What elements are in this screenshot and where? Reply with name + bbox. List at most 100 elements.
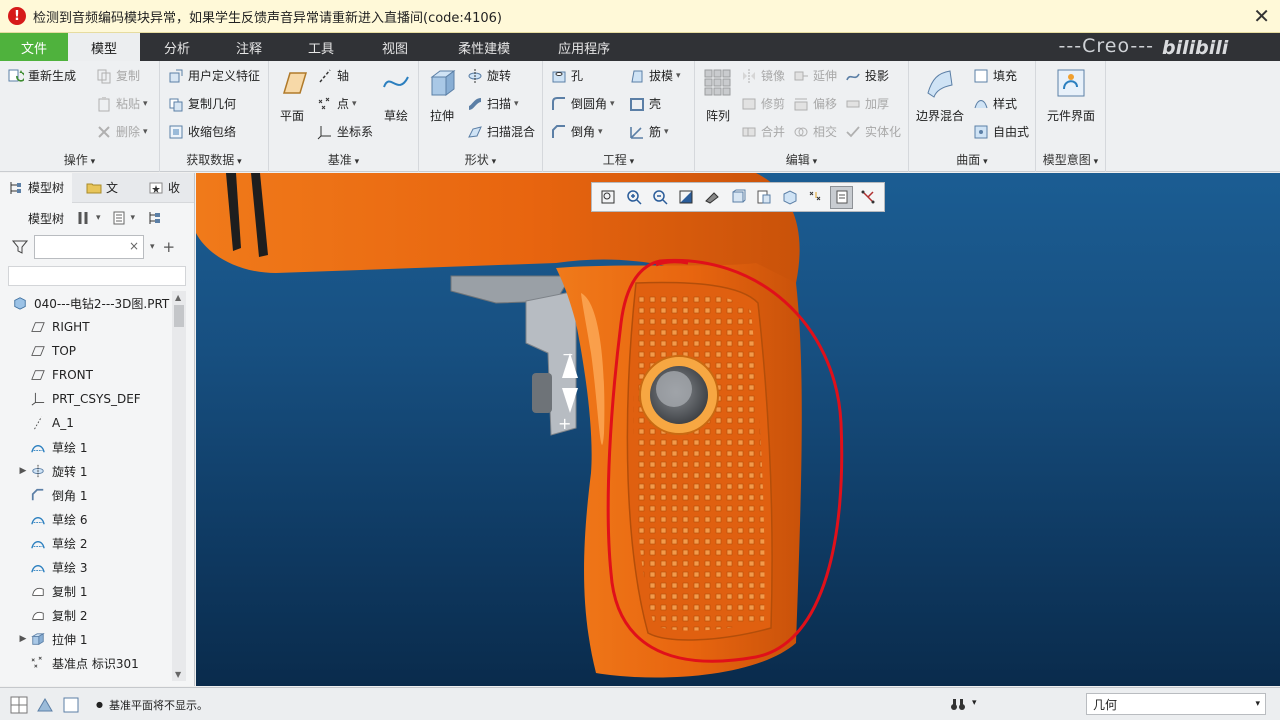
expand-icon[interactable]: ▶	[16, 466, 30, 476]
tree-node[interactable]: 复制 2	[0, 603, 180, 627]
thicken-button[interactable]: 加厚	[845, 95, 889, 112]
offset-button[interactable]: 偏移	[793, 95, 837, 112]
group-label-editing[interactable]: 编辑	[695, 151, 908, 168]
group-label-operations[interactable]: 操作	[0, 151, 159, 168]
tree-node[interactable]: 040---电钻2---3D图.PRT	[0, 291, 180, 315]
style-button[interactable]: 样式	[973, 95, 1017, 112]
tree-node[interactable]: RIGHT	[0, 315, 180, 339]
add-icon[interactable]: +	[163, 238, 176, 256]
view-manager-icon[interactable]	[752, 186, 775, 209]
project-button[interactable]: 投影	[845, 67, 889, 84]
tree-node[interactable]: 倒角 1	[0, 483, 180, 507]
axis-button[interactable]: 轴	[317, 67, 349, 84]
solidify-button[interactable]: 实体化	[845, 123, 901, 140]
filter-icon[interactable]	[12, 239, 28, 255]
freestyle-button[interactable]: 自由式	[973, 123, 1029, 140]
hole-button[interactable]: 孔	[551, 67, 583, 84]
tree-node[interactable]: TOP	[0, 339, 180, 363]
tree-node[interactable]: 草绘 2	[0, 531, 180, 555]
tree-node[interactable]: 基准点 标识301	[0, 651, 180, 675]
shell-button[interactable]: 壳	[629, 95, 661, 112]
copy-button[interactable]: 复制	[96, 67, 140, 84]
group-label-shapes[interactable]: 形状	[419, 151, 542, 168]
intersect-button[interactable]: 相交	[793, 123, 837, 140]
fill-button[interactable]: 填充	[973, 67, 1017, 84]
tree-node[interactable]: FRONT	[0, 363, 180, 387]
tab-tools[interactable]: 工具	[284, 33, 358, 61]
tab-model-tree[interactable]: 模型树	[0, 172, 73, 203]
boundary-blend-button[interactable]: 边界混合	[915, 67, 965, 124]
tools-icon[interactable]	[76, 210, 92, 226]
tab-folder[interactable]: 文	[72, 173, 126, 203]
plane-button[interactable]: 平面	[275, 67, 309, 124]
group-label-datum[interactable]: 基准	[269, 151, 418, 168]
extend-button[interactable]: 延伸	[793, 67, 837, 84]
settings-icon[interactable]	[147, 210, 163, 226]
rib-button[interactable]: 筋	[629, 123, 669, 140]
tree-node[interactable]: ▶ 旋转 1	[0, 459, 180, 483]
tree-node[interactable]: PRT_CSYS_DEF	[0, 387, 180, 411]
group-label-model-intent[interactable]: 模型意图	[1036, 151, 1105, 168]
model-display-icon[interactable]	[36, 696, 54, 714]
annotation-display-icon[interactable]	[830, 185, 853, 209]
extrude-button[interactable]: 拉伸	[425, 67, 459, 124]
tab-model[interactable]: 模型	[68, 33, 140, 61]
zoom-in-icon[interactable]	[622, 186, 645, 209]
tab-analysis[interactable]: 分析	[140, 33, 214, 61]
tree-scrollbar[interactable]: ▲ ▼	[172, 291, 186, 681]
group-label-engineering[interactable]: 工程	[543, 151, 694, 168]
display-style-icon[interactable]	[700, 186, 723, 209]
point-button[interactable]: 点	[317, 95, 357, 112]
shrinkwrap-button[interactable]: 收缩包络	[168, 123, 236, 140]
component-interface-button[interactable]: 元件界面	[1042, 67, 1100, 124]
tab-file[interactable]: 文件	[0, 33, 68, 61]
fullscreen-icon[interactable]	[62, 696, 80, 714]
find-dropdown-icon[interactable]: ▾	[972, 698, 977, 708]
spin-center-icon[interactable]	[856, 186, 879, 209]
paste-button[interactable]: 粘贴	[96, 95, 148, 112]
tree-node[interactable]: 草绘 1	[0, 435, 180, 459]
tree-node[interactable]: 复制 1	[0, 579, 180, 603]
group-label-get-data[interactable]: 获取数据	[160, 151, 268, 168]
draft-button[interactable]: 拔模	[629, 67, 681, 84]
mirror-button[interactable]: 镜像	[741, 67, 785, 84]
tree-node[interactable]: ▶ 拉伸 1	[0, 627, 180, 651]
datum-display-icon[interactable]	[804, 186, 827, 209]
swept-blend-button[interactable]: 扫描混合	[467, 123, 535, 140]
tree-search-input[interactable]: ×	[34, 235, 144, 259]
perspective-icon[interactable]	[778, 186, 801, 209]
graphics-viewport[interactable]: − +	[196, 173, 1280, 686]
regenerate-button[interactable]: 重新生成	[8, 67, 76, 84]
sweep-button[interactable]: 扫描	[467, 95, 519, 112]
tree-node[interactable]: 草绘 6	[0, 507, 180, 531]
udf-button[interactable]: 用户定义特征	[168, 67, 260, 84]
filter-dropdown-icon[interactable]: ▾	[150, 242, 155, 252]
revolve-button[interactable]: 旋转	[467, 67, 511, 84]
merge-button[interactable]: 合并	[741, 123, 785, 140]
refit-icon[interactable]	[596, 186, 619, 209]
delete-button[interactable]: 删除	[96, 123, 148, 140]
scrollbar-thumb[interactable]	[174, 305, 184, 327]
group-label-surfaces[interactable]: 曲面	[909, 151, 1035, 168]
tree-node[interactable]: A_1	[0, 411, 180, 435]
saved-orientations-icon[interactable]	[726, 186, 749, 209]
copy-geometry-button[interactable]: 复制几何	[168, 95, 236, 112]
sketch-button[interactable]: 草绘	[379, 67, 413, 124]
expand-icon[interactable]: ▶	[16, 634, 30, 644]
clear-icon[interactable]: ×	[129, 239, 139, 253]
round-button[interactable]: 倒圆角	[551, 95, 615, 112]
tab-annotate[interactable]: 注释	[214, 33, 284, 61]
pattern-button[interactable]: 阵列	[701, 67, 735, 124]
selection-filter[interactable]: 几何	[1086, 693, 1266, 715]
grid-icon[interactable]	[10, 696, 28, 714]
repaint-icon[interactable]	[674, 186, 697, 209]
tab-flexible-modeling[interactable]: 柔性建模	[432, 33, 536, 61]
close-icon[interactable]: ✕	[1253, 4, 1270, 28]
csys-button[interactable]: 坐标系	[317, 123, 373, 140]
tree-node[interactable]: 草绘 3	[0, 555, 180, 579]
chamfer-button[interactable]: 倒角	[551, 123, 603, 140]
tab-applications[interactable]: 应用程序	[536, 33, 632, 61]
show-icon[interactable]	[111, 210, 127, 226]
trim-button[interactable]: 修剪	[741, 95, 785, 112]
tab-view[interactable]: 视图	[358, 33, 432, 61]
